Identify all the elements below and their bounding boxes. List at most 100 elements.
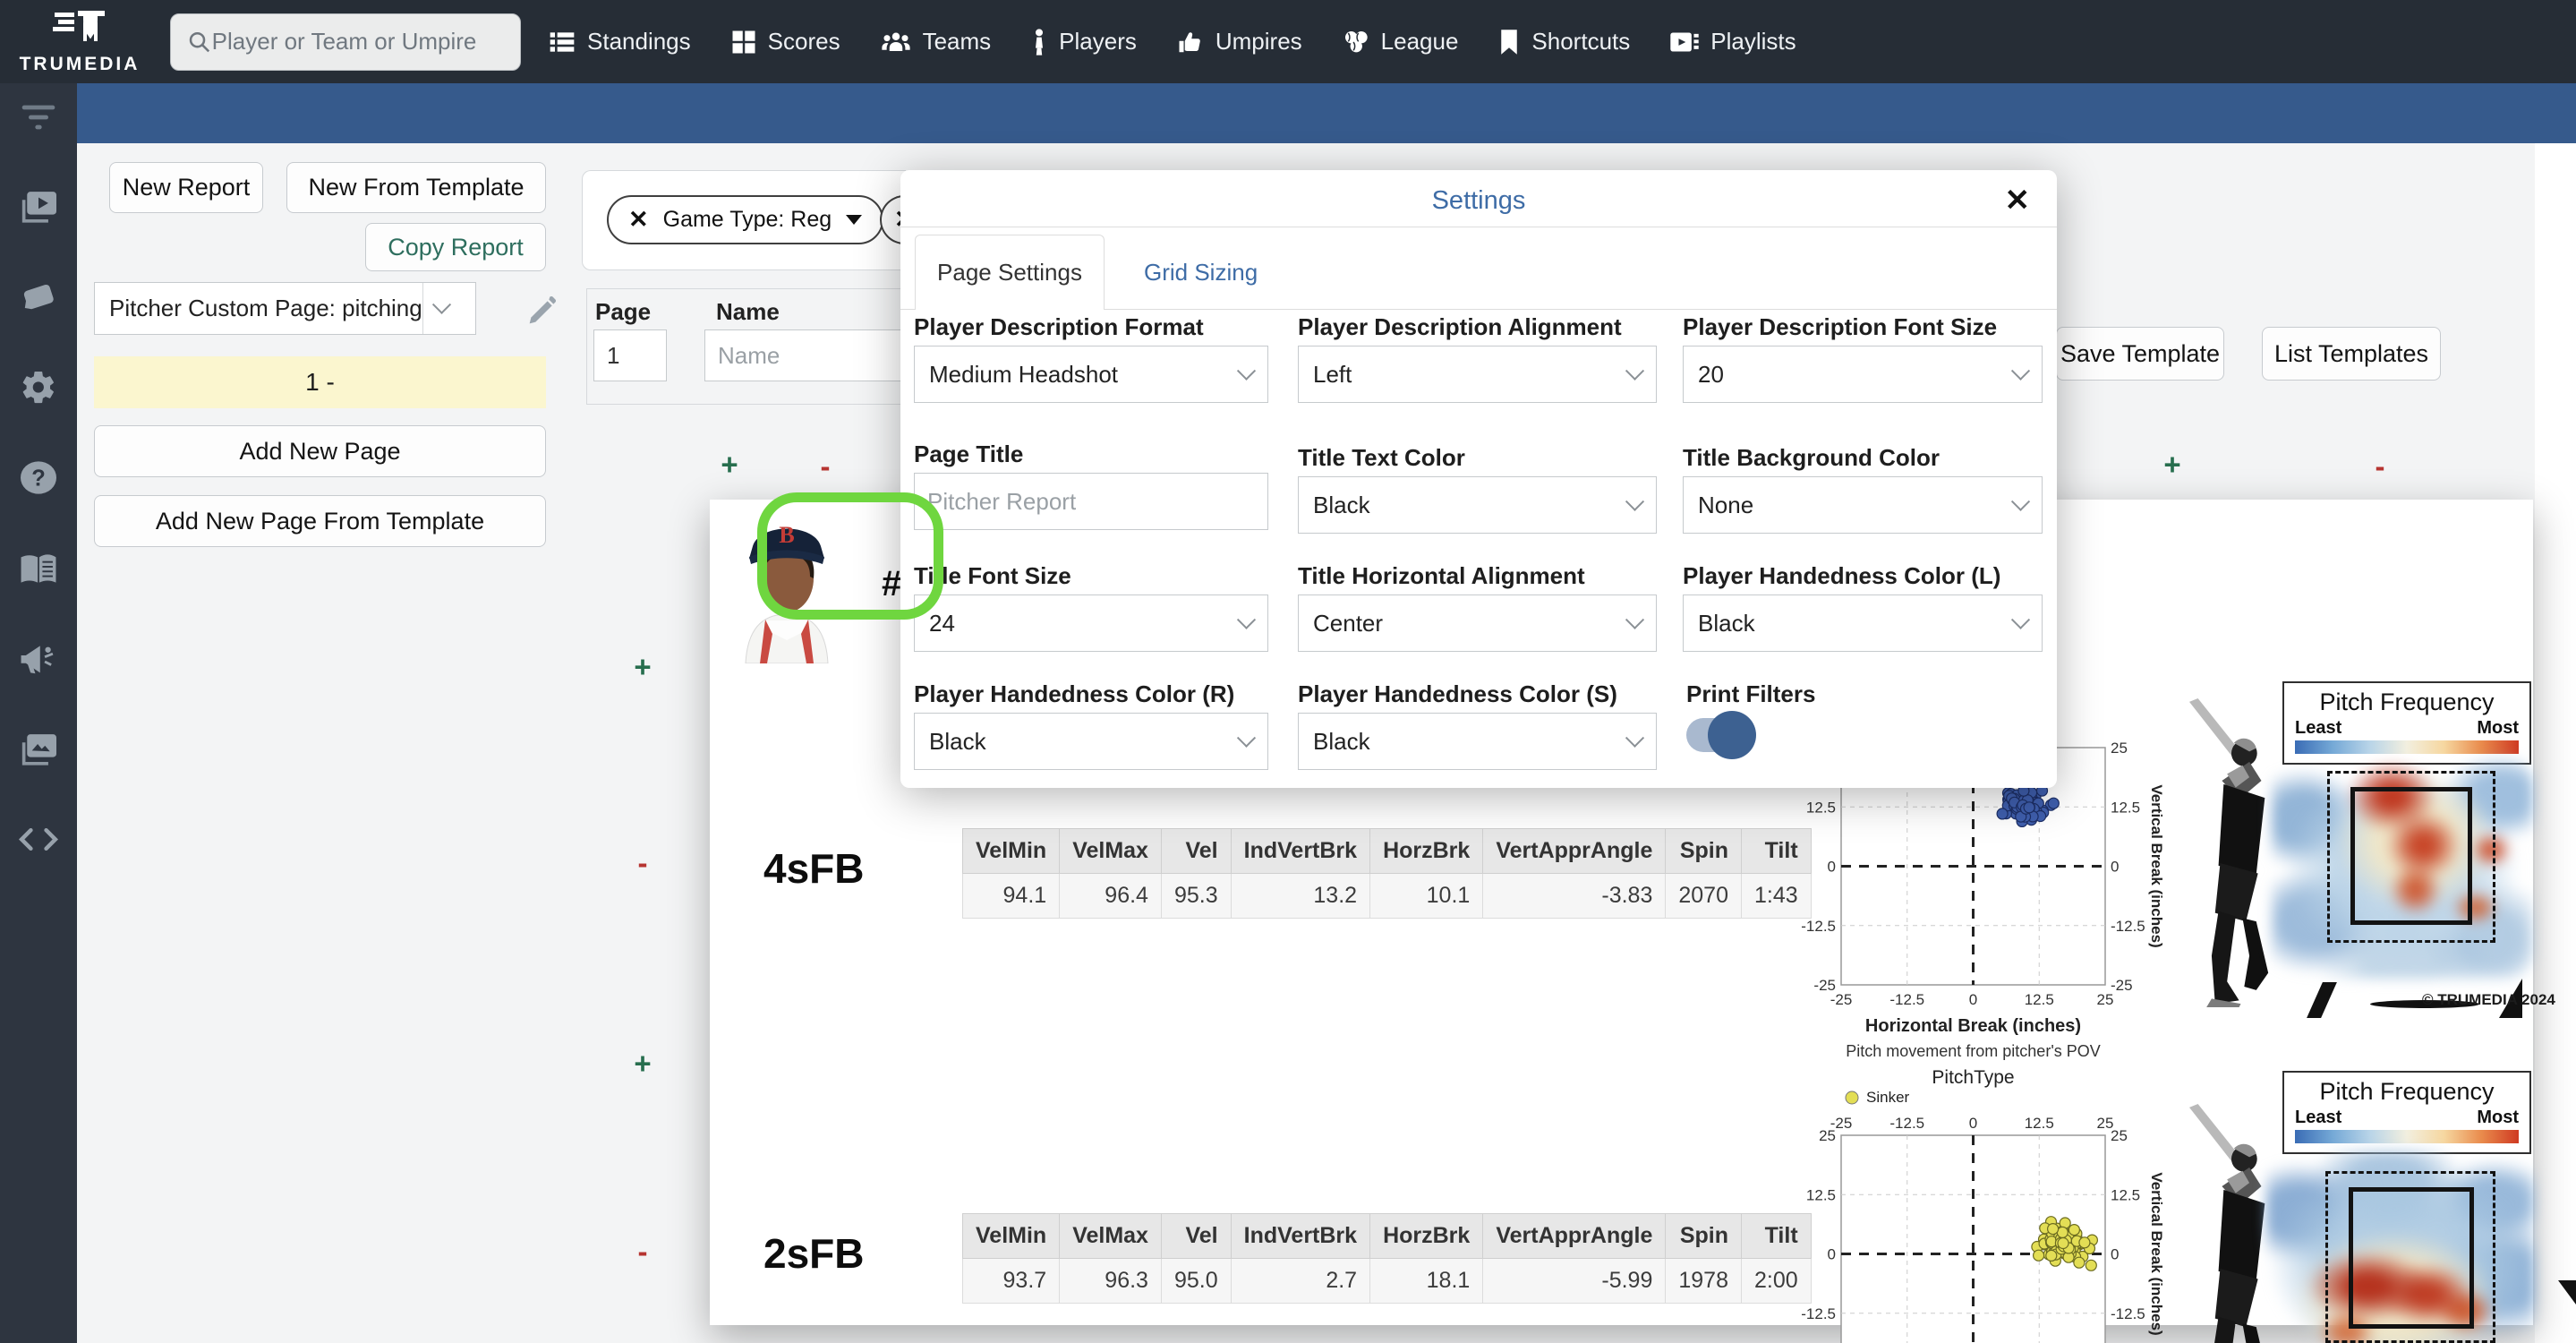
left-toolbar: ? <box>0 83 77 1343</box>
select-value: Black <box>1313 727 1370 755</box>
nav-item-players[interactable]: Players <box>1030 28 1137 56</box>
tab-page-settings[interactable]: Page Settings <box>915 235 1105 310</box>
select-title-text-color[interactable]: Black <box>1298 476 1657 534</box>
video-icon[interactable] <box>19 189 58 229</box>
table-cell: 1978 <box>1665 1258 1742 1304</box>
select-title-horizontal-alignment[interactable]: Center <box>1298 595 1657 652</box>
page-title-input[interactable] <box>914 473 1268 530</box>
select-value: Center <box>1313 609 1384 637</box>
select-player-description-font-size[interactable]: 20 <box>1683 346 2043 403</box>
chevron-down-icon <box>1236 728 1257 748</box>
select-player-description-alignment[interactable]: Left <box>1298 346 1657 403</box>
page-list-item-1[interactable]: 1 - <box>94 356 546 408</box>
field-label-4: Title Text Color <box>1298 444 1465 471</box>
heatmap2-legend: Pitch Frequency Least Most <box>2282 1071 2531 1154</box>
chip-caret-icon <box>846 215 863 225</box>
search-input[interactable] <box>211 28 504 56</box>
settings-modal-title: Settings <box>1431 186 1526 215</box>
plate-right <box>2558 1280 2576 1322</box>
help-icon[interactable]: ? <box>19 460 58 500</box>
table-header: Spin <box>1665 1213 1742 1259</box>
nav-item-league[interactable]: League <box>1342 28 1459 56</box>
nav-item-playlists[interactable]: Playlists <box>1669 28 1796 56</box>
nav-item-umpires[interactable]: Umpires <box>1176 28 1302 56</box>
page-name-input[interactable] <box>704 329 907 381</box>
filter-icon[interactable] <box>19 102 58 137</box>
add-row-button[interactable]: + <box>634 650 651 684</box>
nav-item-label: Teams <box>922 28 992 55</box>
chevron-down-icon[interactable] <box>422 283 461 334</box>
close-icon[interactable]: ✕ <box>2005 183 2031 218</box>
page-number-value: 1 <box>607 341 620 369</box>
svg-text:0: 0 <box>1969 1115 1977 1132</box>
remove-row-button[interactable]: - <box>821 449 831 483</box>
player-number: # <box>882 564 902 603</box>
code-icon[interactable] <box>17 825 60 860</box>
svg-text:Sinker: Sinker <box>1866 1089 1910 1106</box>
chevron-down-icon <box>1625 361 1645 381</box>
list-templates-button[interactable]: List Templates <box>2262 327 2441 381</box>
add-new-page-from-template-button[interactable]: Add New Page From Template <box>94 495 546 547</box>
nav-item-label: League <box>1380 28 1459 55</box>
select-title-background-color[interactable]: None <box>1683 476 2043 534</box>
add-new-page-button[interactable]: Add New Page <box>94 425 546 477</box>
table-header: VertApprAngle <box>1482 1213 1667 1259</box>
report-select[interactable]: Pitcher Custom Page: pitching -... <box>94 282 476 335</box>
images-icon[interactable] <box>19 731 58 772</box>
select-value: Left <box>1313 360 1352 388</box>
gear-icon[interactable] <box>20 369 57 411</box>
svg-text:-12.5: -12.5 <box>2111 1305 2145 1322</box>
remove-row-button[interactable]: - <box>2376 449 2385 483</box>
playlists-icon <box>1669 29 1700 56</box>
select-value: 24 <box>929 609 955 637</box>
table-header: HorzBrk <box>1369 828 1484 874</box>
add-row-button[interactable]: + <box>2163 448 2180 482</box>
table-header: Vel <box>1160 1213 1232 1259</box>
plate-left <box>2307 982 2337 1018</box>
nav-item-standings[interactable]: Standings <box>548 28 691 56</box>
megaphone-icon[interactable] <box>18 642 59 680</box>
chart-title: PitchType <box>1932 1067 2014 1088</box>
book-icon[interactable] <box>18 553 59 592</box>
page-number-input[interactable]: 1 <box>593 329 667 381</box>
page-title-input-field[interactable] <box>927 487 1255 516</box>
page-name-input-field[interactable] <box>718 341 894 370</box>
field-label-2: Player Description Font Size <box>1683 313 1998 340</box>
nav-item-shortcuts[interactable]: Shortcuts <box>1497 28 1630 56</box>
select-player-handedness-color-l-[interactable]: Black <box>1683 595 2043 652</box>
new-report-button[interactable]: New Report <box>109 162 263 213</box>
standings-icon <box>548 28 576 56</box>
select-player-handedness-color-r-[interactable]: Black <box>914 713 1268 770</box>
copy-report-button[interactable]: Copy Report <box>365 223 546 271</box>
svg-text:-12.5: -12.5 <box>1889 991 1924 1008</box>
watermark: © TRUMEDIA 2024 <box>2422 991 2555 1008</box>
trumedia-logo[interactable]: TRUMEDIA <box>0 0 159 83</box>
select-player-handedness-color-s-[interactable]: Black <box>1298 713 1657 770</box>
field-label-3: Page Title <box>914 441 1024 467</box>
nav-item-teams[interactable]: Teams <box>880 28 992 56</box>
tab-grid-sizing[interactable]: Grid Sizing <box>1144 235 1258 310</box>
save-template-button[interactable]: Save Template <box>2056 327 2224 381</box>
select-title-font-size[interactable]: 24 <box>914 595 1268 652</box>
blue-header-band <box>77 83 2576 143</box>
edit-pencil-icon[interactable] <box>524 294 559 329</box>
top-navbar: TRUMEDIA Standings Scores Teams Players Umpi… <box>0 0 2576 83</box>
print-filters-toggle[interactable] <box>1686 711 1756 759</box>
add-row-button[interactable]: + <box>634 1047 651 1081</box>
new-from-template-button[interactable]: New From Template <box>286 162 546 213</box>
chip-close-icon[interactable]: ✕ <box>628 206 649 234</box>
filter-chip-game-type[interactable]: ✕ Game Type: Reg <box>607 195 884 244</box>
remove-row-button[interactable]: - <box>638 846 648 880</box>
select-player-description-format[interactable]: Medium Headshot <box>914 346 1268 403</box>
shortcuts-icon <box>1497 29 1521 56</box>
chevron-down-icon <box>2010 361 2031 381</box>
brand-text: TRUMEDIA <box>19 53 141 74</box>
add-row-button[interactable]: + <box>721 448 738 482</box>
global-search[interactable] <box>170 13 521 71</box>
scores-icon <box>730 29 757 56</box>
settings-modal: Settings ✕ Page Settings Grid Sizing Pla… <box>900 170 2057 788</box>
cards-icon[interactable] <box>18 281 59 321</box>
nav-item-scores[interactable]: Scores <box>730 28 840 56</box>
remove-row-button[interactable]: - <box>638 1235 648 1269</box>
chevron-down-icon <box>1625 610 1645 629</box>
